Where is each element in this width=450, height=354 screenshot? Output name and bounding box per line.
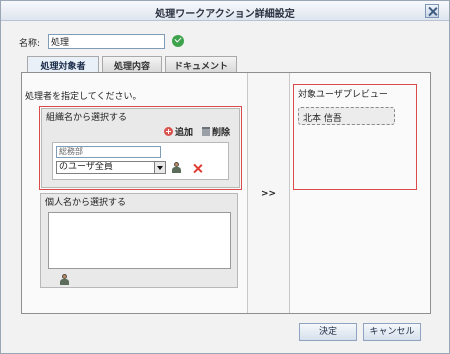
tab-panel: 処理者を指定してください。 組織名から選択する 追加 削除 総務部 のユーザ全員… — [21, 72, 431, 314]
ok-button[interactable]: 決定 — [299, 323, 357, 341]
delete-label: 削除 — [212, 128, 231, 138]
instruction-text: 処理者を指定してください。 — [25, 92, 142, 102]
org-name-field[interactable]: 総務部 — [56, 146, 161, 158]
person-select-group: 個人名から選択する — [40, 193, 238, 288]
title-bar: 処理ワークアクション詳細設定 — [1, 1, 449, 21]
chevron-down-icon[interactable] — [154, 162, 165, 173]
dialog-window: 処理ワークアクション詳細設定 名称: 処理対象者 処理内容 ドキュメント 処理者… — [0, 0, 450, 354]
close-icon[interactable] — [425, 4, 439, 18]
cancel-button[interactable]: キャンセル — [363, 323, 421, 341]
preview-column: 対象ユーザプレビュー 北本 信吾 — [290, 73, 430, 313]
delete-button[interactable]: 削除 — [202, 125, 230, 138]
transfer-arrow: >> — [260, 189, 277, 199]
person-list[interactable] — [48, 212, 231, 269]
name-label: 名称: — [19, 39, 41, 49]
name-input[interactable] — [48, 34, 165, 49]
check-icon — [172, 35, 184, 47]
tab-documents[interactable]: ドキュメント — [165, 56, 237, 72]
tab-content[interactable]: 処理内容 — [102, 56, 162, 72]
preview-user-item: 北本 信吾 — [298, 107, 395, 125]
add-button[interactable]: 追加 — [164, 125, 193, 138]
person-picker-icon[interactable] — [59, 274, 70, 286]
org-selector-box: 総務部 のユーザ全員 — [52, 142, 229, 180]
user-scope-value: のユーザ全員 — [59, 162, 113, 172]
remove-icon[interactable] — [193, 164, 202, 173]
trash-icon — [202, 127, 210, 136]
add-label: 追加 — [175, 128, 194, 138]
person-group-title: 個人名から選択する — [45, 198, 127, 208]
user-picker-icon[interactable] — [171, 162, 182, 174]
org-select-group: 組織名から選択する 追加 削除 総務部 のユーザ全員 — [41, 108, 240, 188]
tab-targets[interactable]: 処理対象者 — [27, 56, 99, 72]
selection-column: 処理者を指定してください。 組織名から選択する 追加 削除 総務部 のユーザ全員… — [22, 73, 247, 313]
preview-title: 対象ユーザプレビュー — [298, 90, 388, 100]
org-group-title: 組織名から選択する — [46, 113, 128, 123]
org-select-highlight: 組織名から選択する 追加 削除 総務部 のユーザ全員 — [39, 106, 242, 190]
transfer-column: >> — [247, 73, 290, 313]
user-scope-select[interactable]: のユーザ全員 — [56, 161, 166, 174]
dialog-title: 処理ワークアクション詳細設定 — [155, 9, 295, 20]
add-icon — [164, 127, 173, 136]
